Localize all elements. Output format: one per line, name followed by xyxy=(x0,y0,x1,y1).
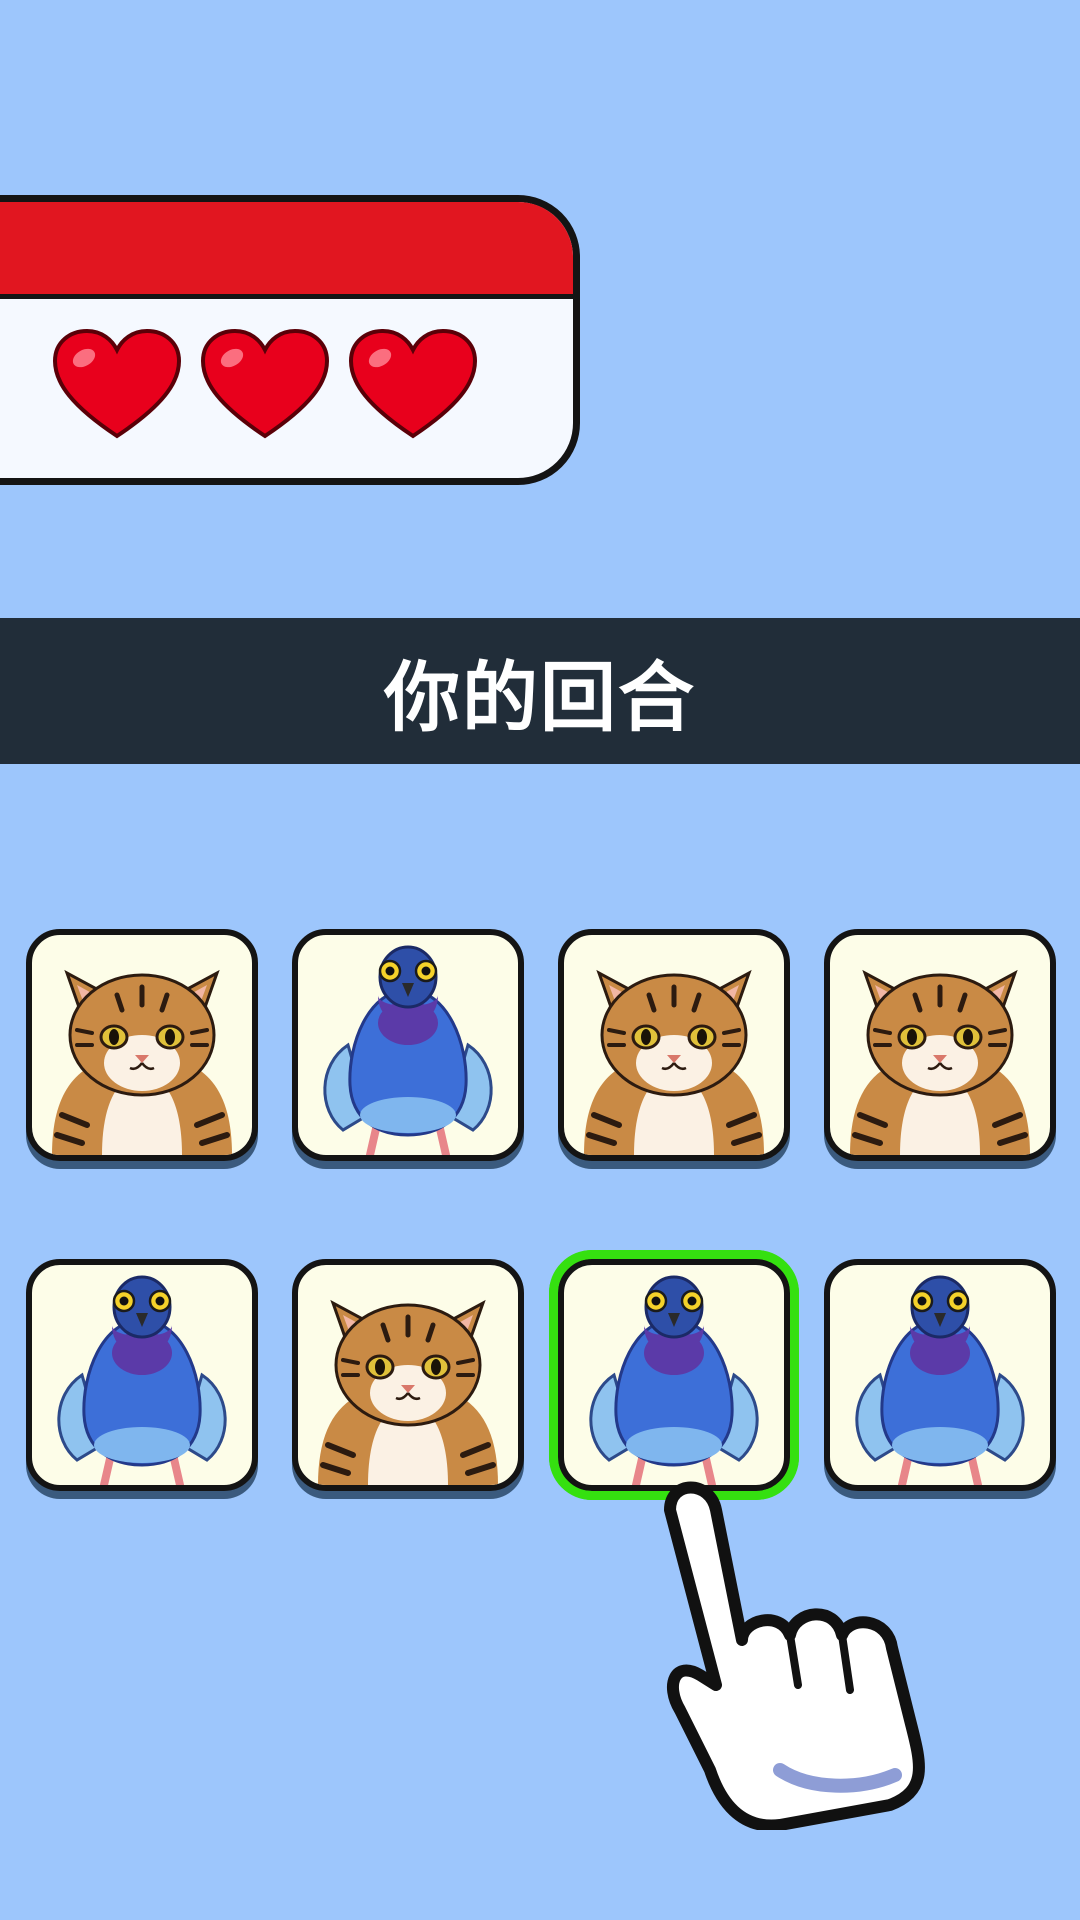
turn-banner: 你的回合 xyxy=(0,618,1080,764)
lives-panel xyxy=(0,195,580,485)
cat-icon xyxy=(298,1265,518,1485)
hearts-row xyxy=(52,328,478,440)
heart-icon xyxy=(52,328,182,440)
pigeon-icon xyxy=(32,1265,252,1485)
cat-card[interactable] xyxy=(824,929,1056,1161)
turn-banner-text: 你的回合 xyxy=(384,653,696,742)
pigeon-card[interactable] xyxy=(824,1259,1056,1491)
cat-card[interactable] xyxy=(558,929,790,1161)
cat-icon xyxy=(564,935,784,1155)
pigeon-card[interactable] xyxy=(292,929,524,1161)
pigeon-card[interactable] xyxy=(549,1250,799,1500)
lives-panel-header xyxy=(0,202,573,299)
heart-icon xyxy=(200,328,330,440)
pigeon-icon xyxy=(298,935,518,1155)
cat-icon xyxy=(32,935,252,1155)
heart-icon xyxy=(348,328,478,440)
pigeon-icon xyxy=(564,1265,784,1485)
cat-card[interactable] xyxy=(292,1259,524,1491)
pointing-hand-icon xyxy=(664,1481,925,1830)
pigeon-icon xyxy=(830,1265,1050,1485)
cat-icon xyxy=(830,935,1050,1155)
cat-card[interactable] xyxy=(26,929,258,1161)
pigeon-card[interactable] xyxy=(26,1259,258,1491)
